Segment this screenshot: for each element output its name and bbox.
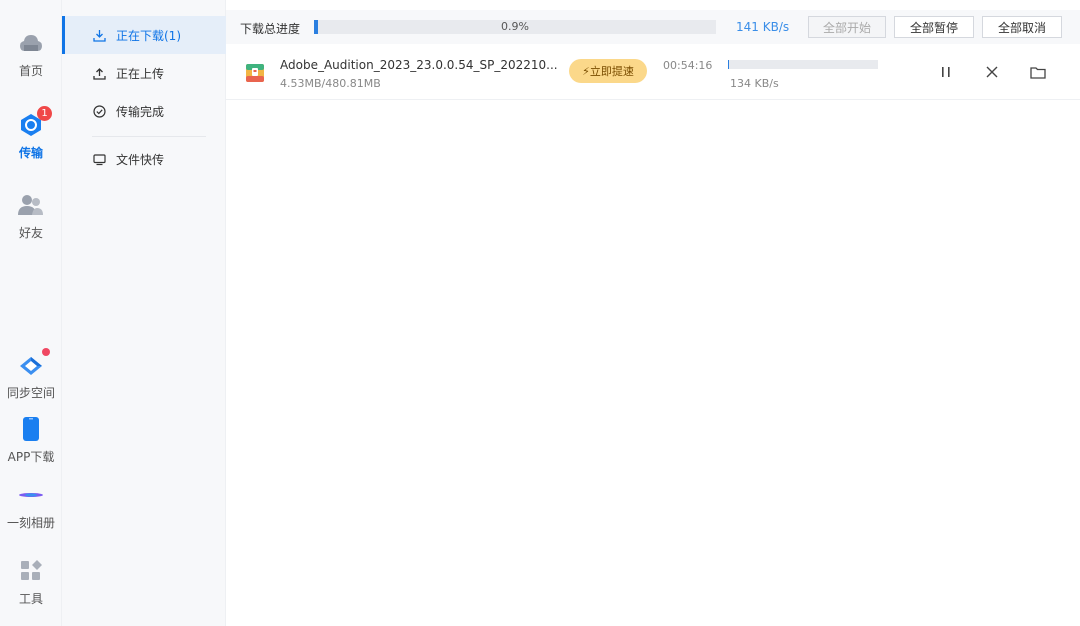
time-remaining: 00:54:16 [663, 59, 713, 72]
file-progress-track [728, 60, 878, 69]
subnav-item-uploading[interactable]: 正在上传 [62, 54, 226, 92]
subnav-item-quick-transfer[interactable]: 文件快传 [62, 140, 226, 178]
rail-item-home[interactable]: 首页 [0, 30, 62, 79]
rail-item-album[interactable]: 一刻相册 [0, 482, 62, 531]
app-window: 首页 1 传输 好友 同步空间 APP下载 一刻相册 工具 正在下载(1) 正在… [0, 0, 1080, 626]
rail-label: APP下载 [7, 450, 55, 464]
rail-label: 工具 [18, 592, 43, 606]
rail-label: 传输 [18, 146, 43, 160]
file-name: Adobe_Audition_2023_23.0.0.54_SP_202210.… [280, 58, 558, 72]
archive-file-icon [246, 62, 264, 82]
download-icon [92, 28, 106, 42]
transfer-icon: 1 [18, 106, 52, 138]
cancel-all-button[interactable]: 全部取消 [982, 16, 1062, 38]
notification-dot [42, 348, 50, 356]
cloud-icon [18, 30, 44, 56]
subnav-item-completed[interactable]: 传输完成 [62, 92, 226, 130]
monitor-icon [92, 152, 106, 166]
main-rail: 首页 1 传输 好友 同步空间 APP下载 一刻相册 工具 [0, 0, 62, 626]
notification-badge: 1 [37, 106, 52, 121]
subnav-label: 正在下载(1) [116, 28, 181, 43]
rail-label: 同步空间 [6, 386, 55, 400]
total-progress-label: 下载总进度 [240, 22, 301, 36]
pause-all-button[interactable]: 全部暂停 [894, 16, 974, 38]
rail-item-app-download[interactable]: APP下载 [0, 416, 62, 465]
rail-item-friends[interactable]: 好友 [0, 192, 62, 241]
boost-button[interactable]: ⚡立即提速 [569, 59, 647, 83]
start-all-button[interactable]: 全部开始 [808, 16, 886, 38]
subnav-item-downloading[interactable]: 正在下载(1) [62, 16, 226, 54]
folder-icon[interactable] [1028, 62, 1048, 82]
friends-icon [18, 192, 44, 218]
check-circle-icon [92, 104, 106, 118]
file-size: 4.53MB/480.81MB [280, 77, 381, 90]
upload-icon [92, 66, 106, 80]
total-speed: 141 KB/s [736, 20, 790, 34]
total-progress-track: 0.9% [314, 20, 716, 34]
total-progress-bar: 下载总进度 0.9% 141 KB/s 全部开始 全部暂停 全部取消 [226, 10, 1080, 44]
pause-icon[interactable] [936, 62, 956, 82]
rail-label: 首页 [18, 64, 43, 78]
tools-icon [18, 558, 44, 584]
download-panel: 下载总进度 0.9% 141 KB/s 全部开始 全部暂停 全部取消 Adobe… [226, 0, 1080, 626]
phone-icon [18, 416, 44, 442]
sync-space-icon [18, 348, 50, 378]
subnav-divider [92, 136, 206, 137]
rail-label: 一刻相册 [6, 516, 55, 530]
file-progress-fill [728, 60, 730, 69]
subnav-label: 文件快传 [116, 152, 165, 167]
total-progress-text: 0.9% [501, 20, 529, 33]
close-icon[interactable] [982, 62, 1002, 82]
subnav-label: 传输完成 [116, 104, 165, 119]
rail-label: 好友 [18, 226, 43, 240]
album-icon [18, 482, 44, 508]
transfer-subnav: 正在下载(1) 正在上传 传输完成 文件快传 [62, 0, 226, 626]
rail-item-transfer[interactable]: 1 传输 [0, 106, 62, 161]
subnav-label: 正在上传 [116, 66, 165, 81]
download-row[interactable]: Adobe_Audition_2023_23.0.0.54_SP_202210.… [226, 44, 1080, 100]
rail-item-sync-space[interactable]: 同步空间 [0, 348, 62, 401]
file-speed: 134 KB/s [730, 77, 779, 90]
rail-item-tools[interactable]: 工具 [0, 558, 62, 607]
